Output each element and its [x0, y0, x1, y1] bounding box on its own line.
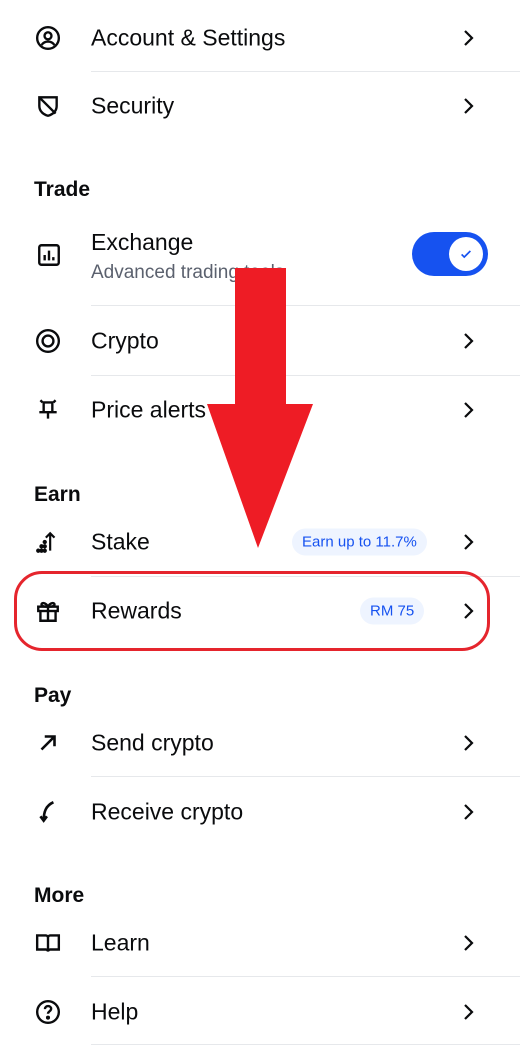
menu-item-label: Crypto [91, 327, 159, 354]
divider [91, 305, 520, 306]
chevron-right-icon [462, 801, 476, 823]
menu-item-label: Security [91, 92, 175, 119]
annotation-highlight-ring [14, 571, 490, 651]
chevron-right-icon [462, 531, 476, 553]
chevron-right-icon [462, 932, 476, 954]
menu-item-label: Help [91, 998, 139, 1025]
check-icon [449, 237, 483, 271]
help-icon [34, 998, 62, 1026]
book-icon [34, 929, 62, 957]
menu-item-security[interactable]: Security [0, 72, 520, 140]
chevron-right-icon [462, 95, 476, 117]
divider [91, 976, 520, 977]
chevron-right-icon [462, 1001, 476, 1023]
receive-arrow-icon [34, 798, 62, 826]
menu-item-help[interactable]: Help [0, 978, 520, 1046]
bell-icon [34, 396, 62, 424]
menu-item-label: Learn [91, 929, 150, 956]
section-heading-earn: Earn [34, 483, 81, 506]
exchange-subtitle: Advanced trading tools [91, 262, 285, 283]
menu-item-label: Receive crypto [91, 798, 244, 825]
menu-item-receive-crypto[interactable]: Receive crypto [0, 778, 520, 846]
user-circle-icon [34, 24, 62, 52]
menu-item-price-alerts[interactable]: Price alerts [0, 376, 520, 444]
menu-item-learn[interactable]: Learn [0, 909, 520, 977]
menu-item-label: Account & Settings [91, 24, 286, 51]
chevron-right-icon [462, 399, 476, 421]
exchange-title: Exchange [91, 229, 194, 255]
section-heading-more: More [34, 884, 85, 907]
menu-item-send-crypto[interactable]: Send crypto [0, 709, 520, 777]
chevron-right-icon [462, 330, 476, 352]
menu-item-stake[interactable]: Stake Earn up to 11.7% [0, 508, 520, 576]
chevron-right-icon [462, 27, 476, 49]
menu-item-label: Price alerts [91, 396, 207, 423]
section-heading-trade: Trade [34, 178, 91, 201]
chevron-right-icon [462, 732, 476, 754]
shield-icon [34, 92, 62, 120]
menu-item-account-settings[interactable]: Account & Settings [0, 4, 520, 72]
divider [91, 1044, 520, 1045]
send-arrow-icon [34, 729, 62, 757]
menu-item-label: Send crypto [91, 729, 214, 756]
crypto-coin-icon [34, 327, 62, 355]
menu-item-crypto[interactable]: Crypto [0, 307, 520, 375]
chart-icon [36, 242, 62, 268]
exchange-toggle[interactable] [412, 232, 488, 276]
menu-item-label: Stake [91, 528, 150, 555]
stake-apy-badge: Earn up to 11.7% [292, 528, 427, 556]
stake-icon [34, 528, 62, 556]
divider [91, 776, 520, 777]
section-heading-pay: Pay [34, 684, 72, 707]
